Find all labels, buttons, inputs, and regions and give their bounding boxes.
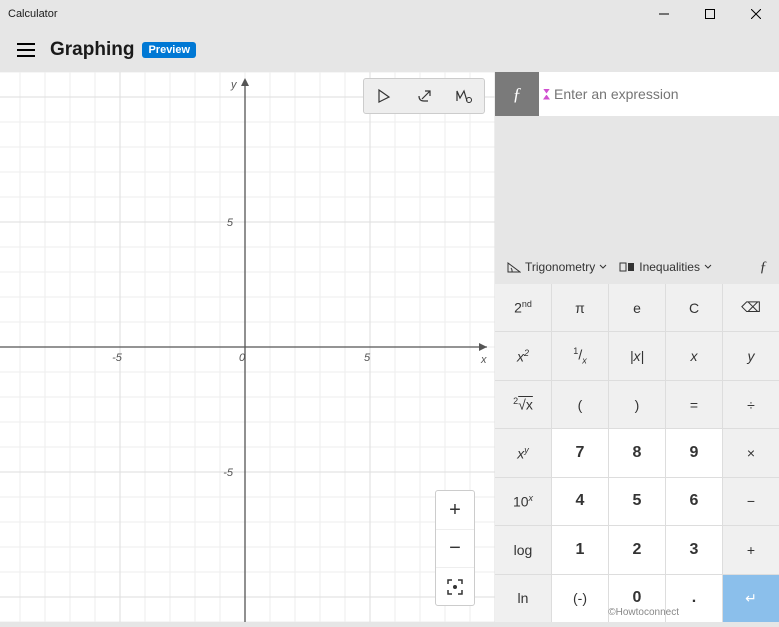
key-equals[interactable]: = <box>666 381 722 428</box>
graph-settings-icon[interactable] <box>444 79 484 113</box>
key-x-squared[interactable]: x2 <box>495 332 551 379</box>
svg-text:0: 0 <box>239 352 246 364</box>
svg-text:y: y <box>230 79 238 91</box>
key-open-paren[interactable]: ( <box>552 381 608 428</box>
key-6[interactable]: 6 <box>666 478 722 525</box>
key-clear[interactable]: C <box>666 284 722 331</box>
close-button[interactable] <box>733 0 779 28</box>
chevron-down-icon <box>704 263 712 271</box>
zoom-fit-button[interactable] <box>436 567 474 605</box>
key-x[interactable]: x <box>666 332 722 379</box>
key-3[interactable]: 3 <box>666 526 722 573</box>
key-e[interactable]: e <box>609 284 665 331</box>
svg-text:-5: -5 <box>112 352 123 364</box>
watermark: ©Howtoconnect <box>608 607 679 618</box>
key-reciprocal[interactable]: 1/x <box>552 332 608 379</box>
fx-button[interactable]: ƒ <box>495 72 539 116</box>
expression-input[interactable] <box>554 86 779 102</box>
window-controls <box>641 0 779 28</box>
header: Graphing Preview <box>0 28 779 72</box>
key-4[interactable]: 4 <box>552 478 608 525</box>
key-pi[interactable]: π <box>552 284 608 331</box>
svg-text:5: 5 <box>227 217 234 229</box>
key-multiply[interactable]: × <box>723 429 779 476</box>
minimize-button[interactable] <box>641 0 687 28</box>
inequalities-dropdown[interactable]: Inequalities <box>615 260 716 274</box>
mode-title: Graphing <box>50 39 134 61</box>
key-abs[interactable]: |x| <box>609 332 665 379</box>
key-5[interactable]: 5 <box>609 478 665 525</box>
key-7[interactable]: 7 <box>552 429 608 476</box>
trace-tool-icon[interactable] <box>364 79 404 113</box>
key-ln[interactable]: ln <box>495 575 551 622</box>
angle-icon <box>507 261 521 273</box>
inequality-icon <box>619 261 635 273</box>
svg-text:x: x <box>480 354 487 366</box>
key-subtract[interactable]: − <box>723 478 779 525</box>
key-y[interactable]: y <box>723 332 779 379</box>
zoom-controls: + − <box>435 490 475 606</box>
right-panel: ƒ Trigonometry Inequalities ƒ 2nd π <box>495 72 779 622</box>
svg-text:-5: -5 <box>223 467 234 479</box>
key-2[interactable]: 2 <box>609 526 665 573</box>
key-add[interactable]: + <box>723 526 779 573</box>
key-power[interactable]: xy <box>495 429 551 476</box>
titlebar: Calculator <box>0 0 779 28</box>
zoom-in-button[interactable]: + <box>436 491 474 529</box>
key-2nd[interactable]: 2nd <box>495 284 551 331</box>
trigonometry-dropdown[interactable]: Trigonometry <box>503 260 611 274</box>
expression-list[interactable] <box>495 116 779 250</box>
key-log[interactable]: log <box>495 526 551 573</box>
keypad: 2nd π e C ⌫ x2 1/x |x| x y 2√x ( ) = ÷ x… <box>495 284 779 622</box>
key-submit[interactable]: ↵ <box>723 575 779 622</box>
category-row: Trigonometry Inequalities ƒ <box>495 250 779 284</box>
preview-badge: Preview <box>142 42 196 58</box>
expression-area: ƒ <box>495 72 779 250</box>
key-nth-root[interactable]: 2√x <box>495 381 551 428</box>
expression-row: ƒ <box>495 72 779 116</box>
key-negate[interactable]: (-) <box>552 575 608 622</box>
zoom-out-button[interactable]: − <box>436 529 474 567</box>
share-icon[interactable] <box>404 79 444 113</box>
app-title: Calculator <box>0 8 641 20</box>
functions-button[interactable]: ƒ <box>756 259 772 276</box>
key-backspace[interactable]: ⌫ <box>723 284 779 331</box>
key-ten-power[interactable]: 10x <box>495 478 551 525</box>
expression-color-marker[interactable] <box>539 89 554 100</box>
key-close-paren[interactable]: ) <box>609 381 665 428</box>
svg-text:5: 5 <box>364 352 371 364</box>
key-1[interactable]: 1 <box>552 526 608 573</box>
graph-canvas[interactable]: -5 0 5 -5 5 x y <box>0 72 495 622</box>
key-divide[interactable]: ÷ <box>723 381 779 428</box>
chevron-down-icon <box>599 263 607 271</box>
main: -505-55xy + − ƒ Trigonometry <box>0 72 779 622</box>
ineq-label: Inequalities <box>639 260 700 274</box>
key-9[interactable]: 9 <box>666 429 722 476</box>
graph-area[interactable]: -5 0 5 -5 5 x y + − <box>0 72 495 622</box>
key-8[interactable]: 8 <box>609 429 665 476</box>
maximize-button[interactable] <box>687 0 733 28</box>
graph-tools <box>363 78 485 114</box>
trig-label: Trigonometry <box>525 260 595 274</box>
menu-button[interactable] <box>6 30 46 70</box>
